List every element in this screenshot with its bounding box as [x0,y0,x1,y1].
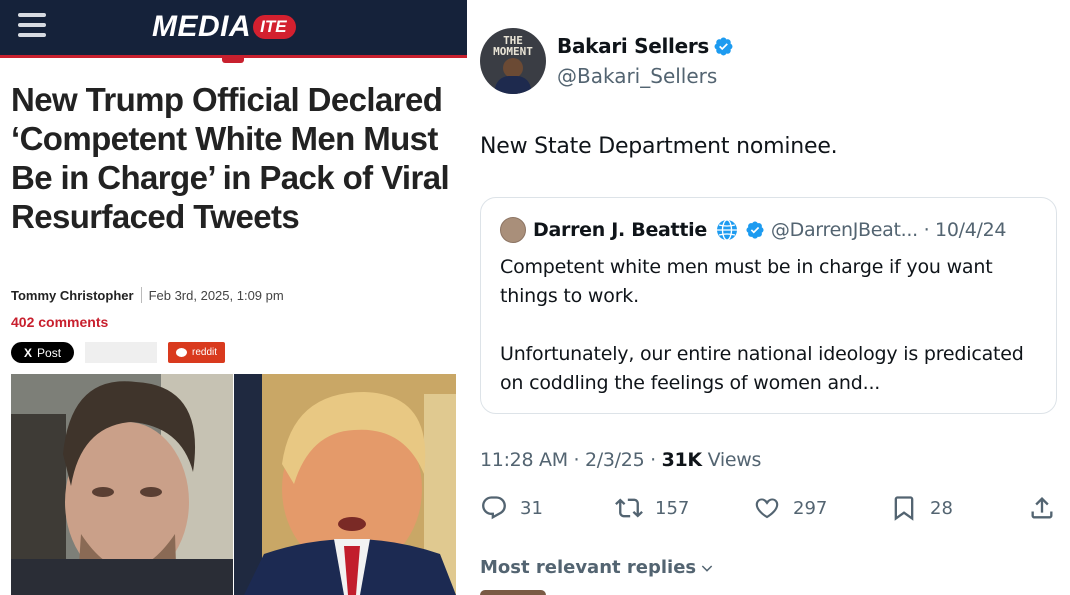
replies-sort-dropdown[interactable]: Most relevant replies [480,557,715,578]
article-headline: New Trump Official Declared ‘Competent W… [11,81,450,235]
quoted-avatar[interactable] [500,217,526,243]
views-label: Views [701,449,762,471]
tweet-text: New State Department nominee. [480,134,838,159]
site-header: MEDIA ITE [0,0,467,58]
share-icon [1031,497,1053,519]
author-name[interactable]: Bakari Sellers [557,34,709,58]
verified-badge-icon [714,37,733,55]
reply-button[interactable]: 31 [480,494,543,522]
views-count: 31K [661,449,703,471]
reddit-share-button[interactable]: reddit [168,342,226,363]
byline: Tommy Christopher Feb 3rd, 2025, 1:09 pm [11,287,284,303]
reddit-icon [176,348,188,357]
tweet-panel: THE MOMENT Bakari Sellers @Bakari_Sellers… [467,0,1070,595]
avatar-body [495,76,531,94]
tweet-timestamp[interactable]: 11:28 AM · 2/3/25 · [480,449,662,471]
like-icon [755,498,779,519]
repost-icon [615,498,643,518]
tweet-action-bar: 31 157 297 28 [480,494,1060,528]
author-handle[interactable]: @Bakari_Sellers [557,64,717,88]
byline-divider [140,287,142,303]
next-reply-avatar[interactable] [480,590,546,595]
quoted-tweet-body: Competent white men must be in charge if… [500,253,1045,427]
site-logo[interactable]: MEDIA ITE [152,10,296,44]
hamburger-menu-icon[interactable] [18,13,46,39]
logo-tab-decoration [222,58,244,63]
bookmark-count: 28 [930,497,953,519]
quoted-tweet-header: Darren J. Beattie @DarrenJBeat... · 10/4… [500,217,1007,243]
share-button-placeholder[interactable] [85,342,158,363]
author-name-row: Bakari Sellers [557,34,734,58]
bookmark-button[interactable]: 28 [890,494,953,522]
quoted-paragraph: Competent white men must be in charge if… [500,256,993,307]
x-logo-icon: X [24,345,33,360]
x-post-button[interactable]: X Post [11,342,75,363]
x-post-label: Post [37,345,62,360]
verified-badge-icon [746,221,764,239]
repost-button[interactable]: 157 [615,494,689,522]
quoted-tweet[interactable]: Darren J. Beattie @DarrenJBeat... · 10/4… [480,197,1057,414]
article-photo-left [11,374,233,595]
publish-date: Feb 3rd, 2025, 1:09 pm [148,287,284,303]
quoted-author-name[interactable]: Darren J. Beattie [533,219,707,241]
portrait-official-image [234,374,456,595]
bookmark-icon [894,496,914,521]
article-photo-right [234,374,456,595]
share-bar: X Post reddit [11,342,226,363]
reddit-label: reddit [192,347,218,358]
chevron-down-icon [701,564,713,572]
reply-count: 31 [520,497,543,519]
logo-text: MEDIA [152,10,252,43]
like-count: 297 [793,497,828,519]
author-link[interactable]: Tommy Christopher [11,288,134,303]
avatar[interactable]: THE MOMENT [480,28,546,94]
share-button[interactable] [1028,494,1056,522]
quoted-paragraph: Unfortunately, our entire national ideol… [500,343,1024,394]
quoted-handle-date: @DarrenJBeat... · 10/4/24 [770,219,1007,241]
globe-icon [716,219,737,241]
portrait-man-image [11,374,233,595]
like-button[interactable]: 297 [753,494,827,522]
reply-icon [482,496,506,520]
avatar-badge-text: THE MOMENT [493,34,533,58]
comments-link[interactable]: 402 comments [11,314,108,330]
logo-pill: ITE [253,15,296,39]
article-panel: MEDIA ITE New Trump Official Declared ‘C… [0,0,467,595]
repost-count: 157 [655,497,690,519]
tweet-timestamp-views: 11:28 AM · 2/3/25 · 31K Views [480,449,761,471]
replies-sort-label: Most relevant replies [480,557,697,578]
avatar-head [503,58,523,78]
